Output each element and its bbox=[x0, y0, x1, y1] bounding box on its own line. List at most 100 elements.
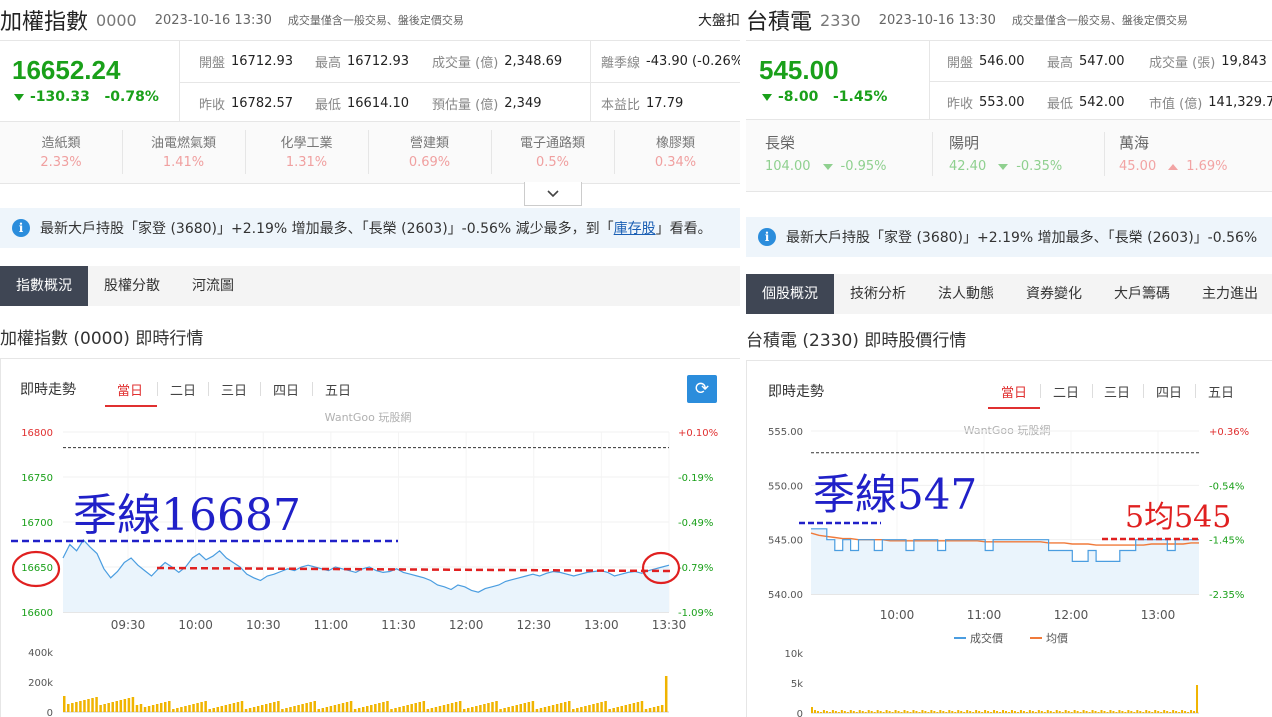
sector-item[interactable]: 電子通路類 0.5% bbox=[491, 122, 614, 184]
volume-bar bbox=[870, 711, 873, 713]
est-volume-value: 2,349 bbox=[504, 96, 542, 111]
info-text: 最新大戶持股「家登 (3680)」+2.19% 增加最多、「長榮 (2603)」… bbox=[40, 221, 614, 237]
related-stock-item[interactable]: 萬海 45.00 1.69% bbox=[1119, 120, 1272, 190]
volume-bar bbox=[945, 712, 948, 713]
quarter-dev-value: -43.90 (-0.26% bbox=[646, 54, 740, 69]
volume-bar bbox=[867, 710, 870, 713]
volume-bar bbox=[503, 708, 506, 712]
volume-bar bbox=[555, 704, 559, 712]
header-more-link[interactable]: 大盤扣 bbox=[698, 10, 740, 30]
tab-main-force[interactable]: 主力進出 bbox=[1186, 274, 1272, 314]
quote-panel: 545.00 -8.00 -1.45% 開盤 546.00 最高 547.00 成交… bbox=[746, 40, 1272, 121]
volume-bar bbox=[204, 701, 207, 712]
sector-item[interactable]: 油電燃氣類 1.41% bbox=[122, 122, 245, 184]
volume-bar bbox=[143, 707, 147, 712]
volume-bar bbox=[491, 702, 494, 712]
chart-legend: 成交價 均價 bbox=[954, 631, 1068, 645]
volume-bar bbox=[963, 712, 966, 713]
volume-note: 成交量僅含一般交易、盤後定價交易 bbox=[1011, 14, 1188, 27]
tab-shareholding[interactable]: 股權分散 bbox=[88, 266, 176, 306]
sector-item[interactable]: 造紙類 2.33% bbox=[0, 122, 122, 184]
index-tabs: 指數概況 股權分散 河流圖 bbox=[0, 266, 740, 306]
tab-major-holders[interactable]: 大戶籌碼 bbox=[1098, 274, 1186, 314]
quarter-dev-label: 離季線 bbox=[601, 56, 641, 71]
volume-bar bbox=[1022, 711, 1025, 713]
volume-bar bbox=[825, 711, 828, 713]
index-change: -130.33 -0.78% bbox=[14, 89, 159, 105]
related-stock-item[interactable]: 長榮 104.00 -0.95% bbox=[765, 120, 935, 190]
right-panel: 台積電 2330 2023-10-16 13:30 成交量僅含一般交易、盤後定價… bbox=[746, 0, 1272, 717]
related-stock-item[interactable]: 陽明 42.40 -0.35% bbox=[949, 120, 1119, 190]
volume-bar bbox=[337, 704, 341, 712]
volume-bar bbox=[1145, 710, 1148, 713]
volume-bar bbox=[843, 711, 846, 713]
volume-bar bbox=[1049, 711, 1052, 713]
volume-bar bbox=[600, 702, 603, 712]
volume-bar bbox=[933, 711, 936, 713]
sector-strip: 造紙類 2.33% 油電燃氣類 1.41% 化學工業 1.31% 營建類 0.69% 電… bbox=[0, 122, 740, 184]
volume-bar bbox=[527, 702, 531, 712]
volume-bar bbox=[224, 705, 228, 712]
volume-value: 2,348.69 bbox=[504, 54, 563, 69]
volume-bar bbox=[103, 704, 106, 712]
sector-item[interactable]: 營建類 0.69% bbox=[368, 122, 491, 184]
volume-bar bbox=[969, 711, 972, 713]
tab-margin[interactable]: 資券變化 bbox=[1010, 274, 1098, 314]
volume-bar bbox=[1178, 712, 1181, 713]
volume-bar bbox=[897, 711, 900, 713]
volume-bar bbox=[846, 712, 849, 713]
volume-bar bbox=[652, 707, 656, 712]
volume-bar bbox=[580, 707, 583, 712]
volume-bar bbox=[475, 706, 478, 712]
volume-bar bbox=[1005, 711, 1007, 713]
expand-sectors-button[interactable] bbox=[524, 182, 582, 206]
change-value: -130.33 bbox=[30, 89, 90, 105]
volume-bar bbox=[816, 711, 819, 713]
sector-item[interactable]: 化學工業 1.31% bbox=[245, 122, 368, 184]
sector-pct: 2.33% bbox=[40, 155, 82, 170]
volume-bar bbox=[1187, 712, 1190, 713]
sector-item[interactable]: 橡膠類 0.34% bbox=[614, 122, 737, 184]
x-tick-label: 09:30 bbox=[111, 618, 146, 632]
volume-bar bbox=[632, 703, 636, 712]
volume-bar bbox=[382, 702, 385, 712]
volume-bar bbox=[200, 702, 203, 712]
volume-bar bbox=[471, 707, 474, 712]
stock-name: 台積電 bbox=[746, 10, 813, 35]
volume-bar bbox=[458, 701, 462, 712]
volume-bar bbox=[990, 712, 993, 713]
pe-value: 17.79 bbox=[646, 96, 684, 111]
sector-pct: 1.31% bbox=[285, 155, 328, 170]
section-title: 加權指數 (0000) 即時行情 bbox=[0, 329, 204, 349]
volume-bar bbox=[228, 704, 232, 712]
volume-bar bbox=[1142, 712, 1145, 713]
legend-avg: 均價 bbox=[1046, 631, 1068, 645]
y-tick-label: 16650 bbox=[21, 563, 53, 574]
volume-bar bbox=[172, 709, 175, 712]
volume-bar bbox=[450, 703, 454, 712]
volume-bar bbox=[414, 703, 417, 712]
tab-institutional[interactable]: 法人動態 bbox=[922, 274, 1010, 314]
est-volume-label: 預估量 (億) bbox=[432, 98, 499, 113]
info-text: 最新大戶持股「家登 (3680)」+2.19% 增加最多、「長榮 (2603)」… bbox=[786, 230, 1258, 246]
volume-bar bbox=[495, 701, 498, 712]
tab-river-chart[interactable]: 河流圖 bbox=[176, 266, 250, 306]
volume-bar bbox=[390, 709, 393, 712]
volume-bar bbox=[1079, 712, 1082, 713]
volume-bar bbox=[159, 703, 163, 712]
volume-bar bbox=[942, 711, 945, 713]
volume-bar bbox=[954, 712, 957, 713]
volume-bar bbox=[289, 707, 292, 712]
tab-stock-overview[interactable]: 個股概況 bbox=[746, 274, 834, 314]
x-tick-label: 11:00 bbox=[314, 618, 349, 632]
tab-technical[interactable]: 技術分析 bbox=[834, 274, 922, 314]
volume-bar bbox=[837, 712, 840, 713]
tab-index-overview[interactable]: 指數概況 bbox=[0, 266, 88, 306]
y-tick-label: 540.00 bbox=[768, 590, 803, 601]
stock-change: -8.00 -1.45% bbox=[762, 89, 887, 105]
volume-bar bbox=[483, 704, 486, 712]
treasury-stock-link[interactable]: 庫存股 bbox=[614, 218, 656, 238]
volume-bar bbox=[1169, 712, 1172, 713]
volume-bar bbox=[115, 701, 119, 712]
down-arrow-icon bbox=[14, 93, 24, 101]
